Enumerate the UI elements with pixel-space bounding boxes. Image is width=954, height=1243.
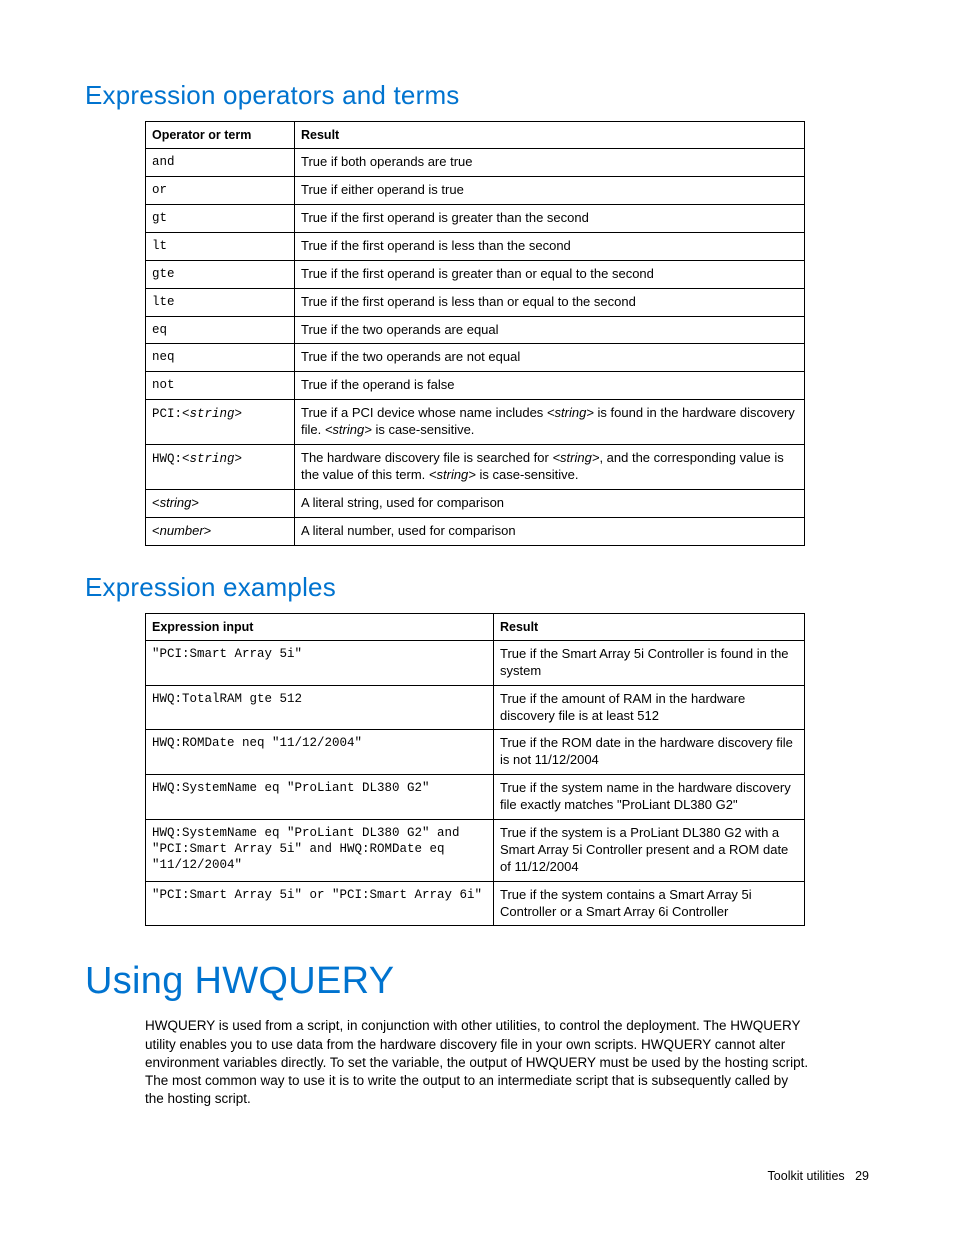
table-row: "PCI:Smart Array 5i" or "PCI:Smart Array…: [146, 881, 805, 926]
result-cell: True if the system contains a Smart Arra…: [494, 881, 805, 926]
table-row: HWQ:SystemName eq "ProLiant DL380 G2"Tru…: [146, 775, 805, 820]
operators-table: Operator or term Result andTrue if both …: [145, 121, 805, 546]
input-cell: "PCI:Smart Array 5i": [146, 640, 494, 685]
table-row: notTrue if the operand is false: [146, 372, 805, 400]
result-cell: True if the two operands are equal: [295, 316, 805, 344]
input-cell: HWQ:SystemName eq "ProLiant DL380 G2": [146, 775, 494, 820]
operator-cell: PCI:<string>: [146, 400, 295, 445]
operator-cell: lte: [146, 288, 295, 316]
operator-cell: or: [146, 177, 295, 205]
table-row: <number>A literal number, used for compa…: [146, 517, 805, 545]
heading-examples: Expression examples: [85, 572, 869, 603]
table-row: HWQ:<string>The hardware discovery file …: [146, 445, 805, 490]
document-page: Expression operators and terms Operator …: [0, 0, 954, 1243]
operator-cell: gte: [146, 260, 295, 288]
table-row: neqTrue if the two operands are not equa…: [146, 344, 805, 372]
result-cell: A literal string, used for comparison: [295, 489, 805, 517]
result-cell: True if both operands are true: [295, 149, 805, 177]
table-row: andTrue if both operands are true: [146, 149, 805, 177]
col-header-result: Result: [494, 613, 805, 640]
result-cell: True if the Smart Array 5i Controller is…: [494, 640, 805, 685]
result-cell: True if the ROM date in the hardware dis…: [494, 730, 805, 775]
table-row: <string>A literal string, used for compa…: [146, 489, 805, 517]
operator-cell: neq: [146, 344, 295, 372]
input-cell: HWQ:TotalRAM gte 512: [146, 685, 494, 730]
operator-cell: and: [146, 149, 295, 177]
result-cell: True if the first operand is less than o…: [295, 288, 805, 316]
col-header-result: Result: [295, 122, 805, 149]
result-cell: True if the amount of RAM in the hardwar…: [494, 685, 805, 730]
heading-hwquery: Using HWQUERY: [85, 960, 869, 1003]
result-cell: The hardware discovery file is searched …: [295, 445, 805, 490]
operator-cell: <number>: [146, 517, 295, 545]
operator-cell: <string>: [146, 489, 295, 517]
table-row: PCI:<string>True if a PCI device whose n…: [146, 400, 805, 445]
result-cell: True if a PCI device whose name includes…: [295, 400, 805, 445]
table-row: eqTrue if the two operands are equal: [146, 316, 805, 344]
table-row: HWQ:ROMDate neq "11/12/2004"True if the …: [146, 730, 805, 775]
page-footer: Toolkit utilities 29: [85, 1169, 869, 1183]
table-row: gtTrue if the first operand is greater t…: [146, 205, 805, 233]
table-row: HWQ:TotalRAM gte 512True if the amount o…: [146, 685, 805, 730]
result-cell: True if the operand is false: [295, 372, 805, 400]
result-cell: True if the two operands are not equal: [295, 344, 805, 372]
table-row: lteTrue if the first operand is less tha…: [146, 288, 805, 316]
operator-cell: lt: [146, 232, 295, 260]
footer-label: Toolkit utilities: [768, 1169, 845, 1183]
result-cell: True if the first operand is less than t…: [295, 232, 805, 260]
footer-page: 29: [855, 1169, 869, 1183]
table-row: HWQ:SystemName eq "ProLiant DL380 G2" an…: [146, 819, 805, 881]
result-cell: A literal number, used for comparison: [295, 517, 805, 545]
col-header-operator: Operator or term: [146, 122, 295, 149]
table-row: orTrue if either operand is true: [146, 177, 805, 205]
result-cell: True if the first operand is greater tha…: [295, 260, 805, 288]
result-cell: True if the first operand is greater tha…: [295, 205, 805, 233]
col-header-input: Expression input: [146, 613, 494, 640]
result-cell: True if either operand is true: [295, 177, 805, 205]
table-row: "PCI:Smart Array 5i"True if the Smart Ar…: [146, 640, 805, 685]
input-cell: HWQ:SystemName eq "ProLiant DL380 G2" an…: [146, 819, 494, 881]
input-cell: HWQ:ROMDate neq "11/12/2004": [146, 730, 494, 775]
operator-cell: not: [146, 372, 295, 400]
input-cell: "PCI:Smart Array 5i" or "PCI:Smart Array…: [146, 881, 494, 926]
body-paragraph: HWQUERY is used from a script, in conjun…: [145, 1017, 810, 1108]
operator-cell: HWQ:<string>: [146, 445, 295, 490]
table-row: ltTrue if the first operand is less than…: [146, 232, 805, 260]
operator-cell: eq: [146, 316, 295, 344]
examples-table: Expression input Result "PCI:Smart Array…: [145, 613, 805, 927]
result-cell: True if the system is a ProLiant DL380 G…: [494, 819, 805, 881]
table-row: gteTrue if the first operand is greater …: [146, 260, 805, 288]
result-cell: True if the system name in the hardware …: [494, 775, 805, 820]
operator-cell: gt: [146, 205, 295, 233]
heading-operators: Expression operators and terms: [85, 80, 869, 111]
